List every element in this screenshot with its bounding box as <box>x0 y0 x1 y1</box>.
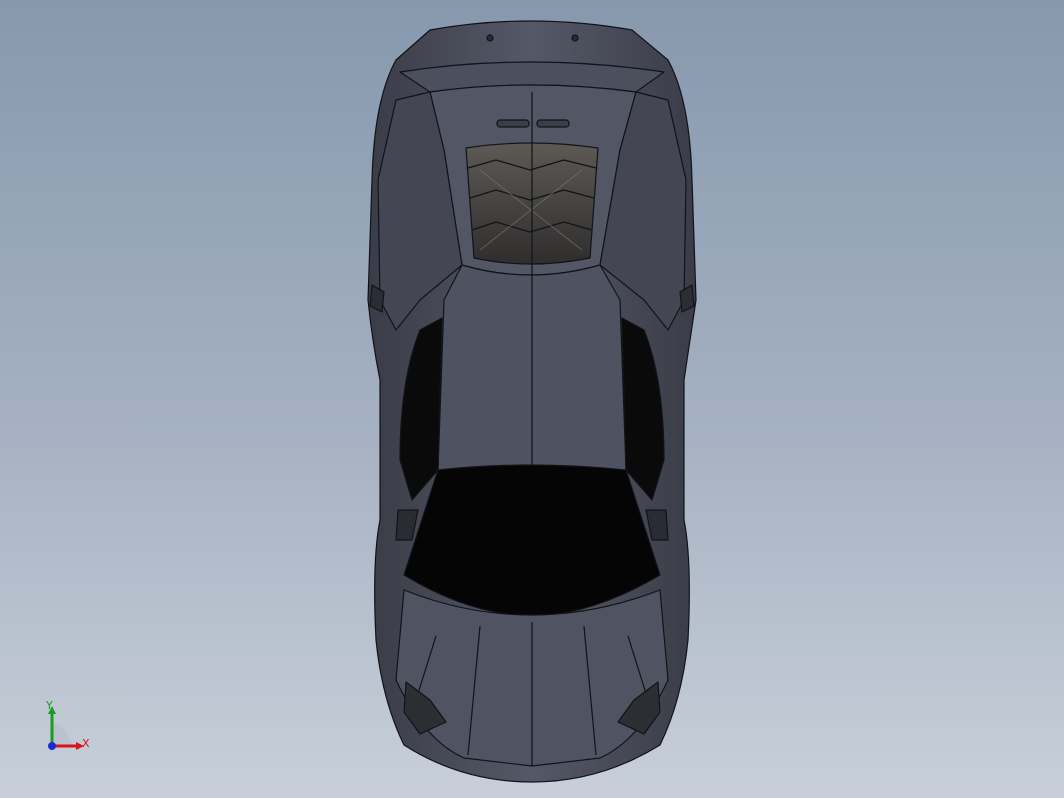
rear-hinge-right <box>571 34 579 42</box>
rear-vent-right <box>536 119 570 128</box>
rear-hinge-left <box>486 34 494 42</box>
rear-vent-left <box>496 119 530 128</box>
triad-y-label: Y <box>46 699 53 712</box>
reference-triad: X Y <box>38 700 98 756</box>
car-body <box>367 20 697 783</box>
graphics-viewport[interactable]: X Y <box>0 0 1064 798</box>
triad-x-label: X <box>82 737 90 750</box>
windshield <box>403 464 661 617</box>
car-model-top-view[interactable] <box>0 0 1064 798</box>
